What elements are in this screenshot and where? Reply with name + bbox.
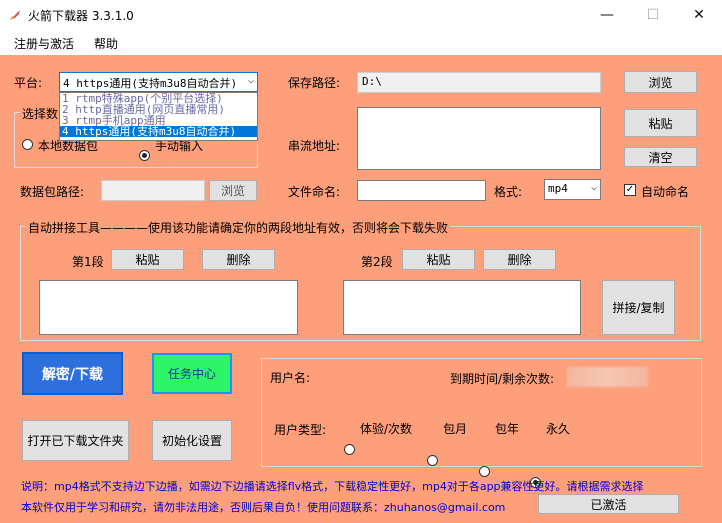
stream-address-label: 串流地址: [288, 139, 341, 153]
menu-register-activate[interactable]: 注册与激活 [14, 35, 74, 52]
input-mode-group-title: 选择数 [20, 105, 61, 122]
stream-paste-button[interactable]: 粘贴 [624, 109, 697, 137]
chevron-down-icon: ⌵ [590, 182, 597, 193]
minimize-button[interactable]: — [584, 0, 630, 30]
platform-label: 平台: [14, 76, 43, 90]
platform-dropdown-list[interactable]: 1 rtmp特殊app(个别平台选择) 2 http直播通用(网页直播常用) 3… [59, 92, 258, 141]
format-label: 格式: [494, 185, 523, 199]
segment2-input[interactable] [343, 280, 581, 335]
rocket-icon [10, 10, 20, 20]
segment2-delete-button[interactable]: 删除 [483, 249, 556, 270]
user-type-permanent-label: 永久 [546, 422, 571, 436]
init-settings-button[interactable]: 初始化设置 [152, 420, 232, 461]
stream-address-input[interactable] [357, 107, 601, 170]
segment2-paste-button[interactable]: 粘贴 [402, 249, 475, 270]
package-path-label: 数据包路径: [20, 185, 85, 199]
radio-local-package[interactable] [22, 139, 33, 150]
package-path-input[interactable] [101, 180, 205, 201]
file-name-label: 文件命名: [288, 185, 341, 199]
notice-line-2: 本软件仅用于学习和研究，请勿非法用途，否则后果自负！使用问题联系：zhuhano… [21, 501, 506, 514]
close-button[interactable]: ✕ [676, 0, 722, 30]
segment1-delete-button[interactable]: 删除 [202, 249, 275, 270]
notice-line-1: 说明：mp4格式不支持边下边播，如需边下边播请选择flv格式，下载稳定性更好，m… [21, 480, 644, 493]
user-type-label: 用户类型: [274, 423, 327, 437]
activated-button[interactable]: 已激活 [538, 494, 679, 514]
task-center-button[interactable]: 任务中心 [152, 353, 232, 394]
concat-copy-button[interactable]: 拼接/复制 [602, 280, 675, 335]
format-select[interactable]: mp4 ⌵ [544, 179, 601, 200]
auto-name-label: 自动命名 [641, 185, 690, 199]
radio-user-type-trial[interactable] [344, 444, 355, 455]
chevron-down-icon: ⌵ [247, 75, 254, 86]
title-bar: 火箭下载器 3.3.1.0 — ☐ ✕ [0, 0, 722, 30]
save-path-input[interactable]: D:\ [357, 72, 601, 93]
radio-manual-input[interactable] [139, 150, 150, 161]
stream-clear-button[interactable]: 清空 [624, 147, 697, 167]
maximize-button[interactable]: ☐ [630, 0, 676, 30]
save-path-label: 保存路径: [288, 76, 341, 90]
segment1-input[interactable] [39, 280, 298, 335]
platform-selected-value: 4 https通用(支持m3u8自动合并) [63, 77, 238, 90]
menu-bar: 注册与激活 帮助 [0, 30, 722, 55]
username-label: 用户名: [270, 371, 311, 385]
menu-help[interactable]: 帮助 [94, 35, 118, 52]
platform-option-selected[interactable]: 4 https通用(支持m3u8自动合并) [60, 126, 257, 137]
segment1-paste-button[interactable]: 粘贴 [111, 249, 184, 270]
user-type-monthly-label: 包月 [443, 422, 468, 436]
platform-select[interactable]: 4 https通用(支持m3u8自动合并) ⌵ [59, 72, 258, 92]
expiry-label: 到期时间/剩余次数: [450, 372, 555, 386]
decrypt-download-button[interactable]: 解密/下载 [22, 352, 123, 395]
auto-name-checkbox[interactable]: ✓ [624, 184, 636, 196]
user-type-yearly-label: 包年 [495, 422, 520, 436]
segment1-label: 第1段 [72, 255, 104, 269]
open-download-folder-button[interactable]: 打开已下载文件夹 [22, 420, 129, 461]
radio-user-type-yearly[interactable] [479, 466, 490, 477]
package-path-browse-button[interactable]: 浏览 [209, 180, 257, 201]
radio-user-type-monthly[interactable] [427, 455, 438, 466]
window-title: 火箭下载器 3.3.1.0 [28, 9, 134, 23]
segment2-label: 第2段 [361, 255, 393, 269]
expiry-value-redacted [567, 367, 648, 387]
format-selected-value: mp4 [548, 182, 568, 195]
concat-tool-title: 自动拼接工具————使用该功能请确定你的两段地址有效，否则将会下载失败 [26, 219, 451, 236]
file-name-input[interactable] [357, 180, 486, 201]
user-type-trial-label: 体验/次数 [360, 422, 413, 436]
save-path-browse-button[interactable]: 浏览 [624, 71, 697, 93]
